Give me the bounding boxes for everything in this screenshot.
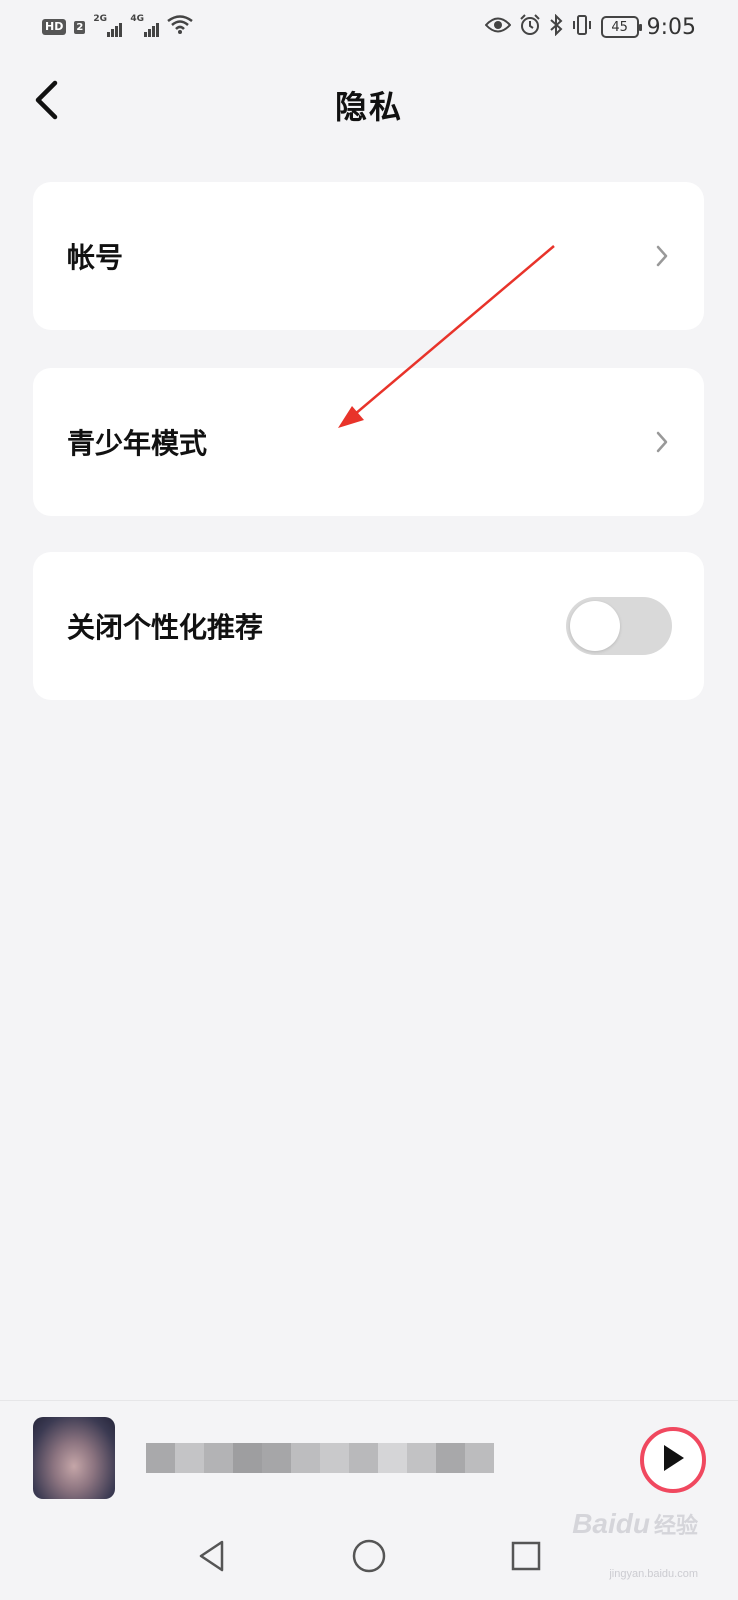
eye-icon (484, 16, 511, 38)
page-title: 隐私 (334, 88, 403, 126)
signal-icon-2: 4G (130, 14, 160, 37)
song-title-blurred[interactable] (146, 1443, 500, 1473)
baidu-watermark: Baidu 经验 (572, 1508, 698, 1540)
settings-item-label: 青少年模式 (67, 427, 208, 460)
signal-icon: 2G (93, 14, 123, 37)
bluetooth-icon (549, 13, 563, 40)
settings-item-account[interactable]: 帐号 (33, 182, 704, 330)
hd-badge: HD (42, 19, 67, 35)
watermark-brand: Baidu (572, 1508, 650, 1539)
nav-recents-button[interactable] (500, 1532, 552, 1584)
watermark-url: jingyan.baidu.com (609, 1568, 698, 1580)
settings-item-label: 关闭个性化推荐 (67, 611, 264, 644)
network-type-1: 2G (93, 14, 107, 24)
toggle-knob (570, 601, 620, 651)
square-recents-icon (510, 1540, 542, 1576)
watermark-suffix: 经验 (653, 1514, 698, 1539)
settings-item-personalized-recommendation: 关闭个性化推荐 (33, 552, 704, 700)
nav-home-button[interactable] (343, 1532, 395, 1584)
circle-home-icon (351, 1538, 387, 1578)
personalized-recommendation-toggle[interactable] (566, 597, 672, 655)
chevron-right-icon (652, 428, 672, 456)
chevron-right-icon (652, 242, 672, 270)
clock: 9:05 (646, 14, 696, 40)
network-type-2: 4G (130, 14, 144, 24)
album-cover[interactable] (33, 1417, 115, 1499)
battery-indicator: 45 (600, 16, 642, 38)
play-icon (660, 1443, 686, 1477)
status-bar: HD 2 2G 4G 45 9:05 (0, 0, 738, 54)
settings-item-teen-mode[interactable]: 青少年模式 (33, 368, 704, 516)
mini-player[interactable] (0, 1400, 738, 1504)
vibrate-icon (571, 14, 593, 40)
sim-badge: 2 (74, 20, 86, 34)
status-left: HD 2 2G 4G (42, 14, 194, 39)
triangle-back-icon (196, 1539, 228, 1577)
wifi-icon (167, 15, 194, 39)
nav-back-button[interactable] (186, 1532, 238, 1584)
alarm-icon (519, 14, 541, 40)
play-button[interactable] (640, 1427, 706, 1493)
settings-item-label: 帐号 (67, 241, 124, 274)
app-header: 隐私 (0, 62, 738, 144)
status-right: 45 9:05 (484, 13, 696, 40)
